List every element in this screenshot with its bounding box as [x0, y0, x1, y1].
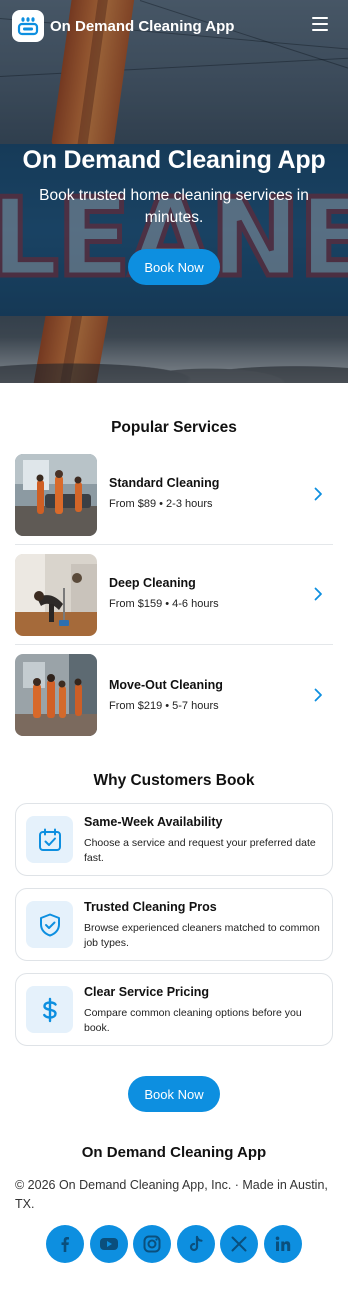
service-photo-deep [15, 554, 97, 636]
services-heading: Popular Services [111, 419, 237, 436]
hamburger-menu-icon[interactable] [312, 17, 328, 31]
feature-description: Compare common cleaning options before y… [84, 1007, 302, 1034]
service-price-duration: From $159 • 4-6 hours [109, 598, 219, 610]
menu-bar [312, 29, 328, 31]
footer-title: On Demand Cleaning App [81, 1144, 267, 1161]
service-text: Move-Out Cleaning From $219 • 5-7 hours [109, 678, 311, 712]
chevron-right-icon[interactable] [311, 487, 325, 501]
service-item-standard-cleaning[interactable]: Standard Cleaning From $89 • 2-3 hours [15, 454, 333, 545]
feature-title: Same-Week Availability [84, 815, 223, 829]
menu-bar [312, 23, 328, 25]
linkedin-icon[interactable] [263, 1225, 302, 1263]
service-item-move-out-cleaning[interactable]: Move-Out Cleaning From $219 • 5-7 hours [15, 654, 333, 736]
cleaning-robot-icon[interactable] [12, 10, 44, 42]
service-price-duration: From $89 • 2-3 hours [109, 498, 213, 510]
service-name: Standard Cleaning [109, 476, 220, 490]
service-name: Move-Out Cleaning [109, 678, 223, 692]
hero-book-now-button[interactable]: Book Now [128, 249, 220, 285]
service-photo-standard [15, 454, 97, 536]
service-photo-move-out [15, 654, 97, 736]
feature-card-clear-pricing: Clear Service Pricing Compare common cle… [15, 973, 333, 1046]
facebook-icon[interactable] [46, 1225, 84, 1263]
feature-description: Choose a service and request your prefer… [84, 837, 316, 864]
youtube-icon[interactable] [89, 1225, 128, 1263]
service-price-duration: From $219 • 5-7 hours [109, 700, 219, 712]
dollar-sign-icon [26, 986, 73, 1033]
feature-title: Trusted Cleaning Pros [84, 900, 217, 914]
service-item-deep-cleaning[interactable]: Deep Cleaning From $159 • 4-6 hours [15, 554, 333, 645]
chevron-right-icon[interactable] [311, 587, 325, 601]
chevron-right-icon[interactable] [311, 688, 325, 702]
service-text: Standard Cleaning From $89 • 2-3 hours [109, 476, 311, 510]
feature-title: Clear Service Pricing [84, 985, 210, 999]
service-text: Deep Cleaning From $159 • 4-6 hours [109, 576, 311, 610]
calendar-check-icon [26, 816, 73, 863]
shield-check-icon [26, 901, 73, 948]
x-icon[interactable] [220, 1225, 259, 1263]
service-name: Deep Cleaning [109, 576, 196, 590]
hero-title: On Demand Cleaning App [22, 146, 326, 174]
social-links [46, 1225, 302, 1264]
menu-bar [312, 17, 328, 19]
bottom-book-now-button[interactable]: Book Now [128, 1076, 220, 1112]
brand-name[interactable]: On Demand Cleaning App [50, 18, 234, 35]
tiktok-icon[interactable] [176, 1225, 215, 1263]
feature-description: Browse experienced cleaners matched to c… [84, 922, 320, 949]
features-heading: Why Customers Book [93, 772, 255, 789]
footer-copyright: © 2026 On Demand Cleaning App, Inc. · Ma… [15, 1178, 328, 1211]
top-navbar: On Demand Cleaning App [0, 0, 348, 52]
feature-card-trusted-pros: Trusted Cleaning Pros Browse experienced… [15, 888, 333, 961]
instagram-icon[interactable] [133, 1225, 172, 1263]
feature-card-same-week: Same-Week Availability Choose a service … [15, 803, 333, 876]
hero-subtitle: Book trusted home cleaning services in m… [39, 187, 309, 226]
